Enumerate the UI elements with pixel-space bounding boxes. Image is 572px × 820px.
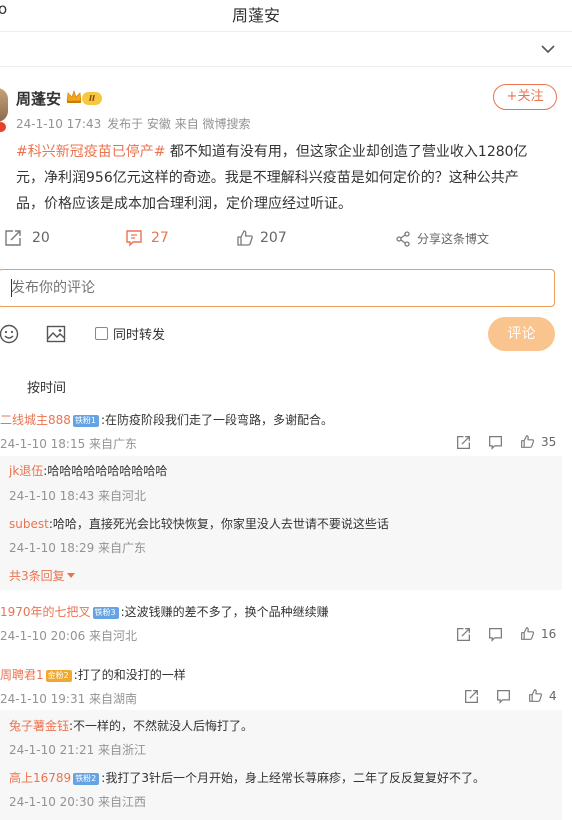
post-time[interactable]: 24-1-10 17:43 发布于 安徽 来自 微博搜索 bbox=[16, 115, 251, 132]
like-button[interactable]: 207 bbox=[236, 229, 287, 247]
more-replies-link[interactable]: 共3条回复 bbox=[9, 567, 75, 584]
thumbs-up-icon bbox=[520, 626, 535, 641]
comment-reply-icon[interactable] bbox=[488, 627, 503, 642]
comment-item: 周聘君1 金粉2:打了的和没打的一样 bbox=[0, 666, 186, 683]
comment-item: 1970年的七把叉 铁粉3:这波钱赚的差不多了，换个品种继续赚 bbox=[0, 603, 329, 620]
image-icon[interactable] bbox=[46, 324, 66, 344]
comment-share-icon[interactable] bbox=[456, 627, 471, 642]
comment-user[interactable]: 1970年的七把叉 bbox=[0, 605, 91, 619]
post-author[interactable]: 周蓬安 bbox=[16, 88, 61, 109]
reply-item: 兔子薯金钰:不一样的，不然就没人后悔打了。 bbox=[9, 717, 253, 734]
divider bbox=[0, 66, 572, 67]
input-caret bbox=[11, 279, 12, 297]
comment-share-icon[interactable] bbox=[456, 435, 471, 450]
reply-user[interactable]: subest bbox=[9, 517, 49, 531]
reply-meta: 24-1-10 20:30 来自江西 bbox=[9, 795, 147, 809]
reply-meta: 24-1-10 18:43 来自河北 bbox=[9, 489, 147, 503]
checkbox-box[interactable] bbox=[95, 327, 108, 340]
collapse-chevron-icon[interactable] bbox=[541, 44, 555, 54]
repost-label: 同时转发 bbox=[113, 328, 166, 343]
comment-like-button[interactable]: 4 bbox=[528, 688, 557, 703]
thumbs-up-icon bbox=[528, 688, 543, 703]
crown-icon bbox=[66, 90, 82, 104]
reply-user[interactable]: 兔子薯金钰 bbox=[9, 719, 69, 733]
caret-down-icon bbox=[66, 572, 75, 579]
comment-text: :打了的和没打的一样 bbox=[73, 668, 186, 682]
reply-item: 高上16789 铁粉2:我打了3针后一个月开始，身上经常长荨麻疹，二年了反反复复好… bbox=[9, 769, 485, 786]
post-source: 发布于 安徽 来自 微博搜索 bbox=[107, 117, 251, 131]
comment-reply-icon[interactable] bbox=[488, 435, 503, 450]
reply-text: :不一样的，不然就没人后悔打了。 bbox=[69, 719, 254, 733]
reply-text: :我打了3针后一个月开始，身上经常长荨麻疹，二年了反反复复好不了。 bbox=[101, 771, 485, 785]
comment-like-button[interactable]: 35 bbox=[520, 434, 556, 449]
emoji-icon[interactable] bbox=[0, 324, 19, 344]
share-button[interactable]: 分享这条博文 bbox=[395, 230, 489, 247]
comment-share-icon[interactable] bbox=[464, 689, 479, 704]
comment-count: 27 bbox=[151, 230, 169, 246]
comment-reply-icon[interactable] bbox=[496, 689, 511, 704]
comment-like-button[interactable]: 16 bbox=[520, 626, 556, 641]
comment-button[interactable]: 27 bbox=[125, 229, 169, 247]
comment-icon bbox=[125, 229, 143, 247]
comment-like-count: 16 bbox=[541, 626, 557, 641]
like-count: 207 bbox=[260, 230, 287, 246]
reply-item: jk退伍:哈哈哈哈哈哈哈哈哈哈 bbox=[9, 462, 167, 479]
repost-count: 20 bbox=[32, 230, 50, 246]
reply-user[interactable]: jk退伍 bbox=[9, 464, 43, 478]
comment-text: :这波钱赚的差不多了，换个品种继续赚 bbox=[120, 605, 329, 619]
fan-badge: 铁粉2 bbox=[73, 773, 100, 785]
thumbs-up-icon bbox=[520, 434, 535, 449]
follow-button[interactable]: +关注 bbox=[493, 84, 557, 110]
comment-user[interactable]: 周聘君1 bbox=[0, 668, 44, 682]
comment-meta: 24-1-10 18:15 来自广东 bbox=[0, 437, 138, 451]
repost-button[interactable]: 20 bbox=[4, 229, 50, 247]
fan-badge: 铁粉3 bbox=[92, 607, 119, 619]
hashtag-link[interactable]: #科兴新冠疫苗已停产# bbox=[16, 144, 165, 160]
comment-text: :在防疫阶段我们走了一段弯路，多谢配合。 bbox=[101, 413, 334, 427]
repost-icon bbox=[4, 229, 22, 247]
comment-user[interactable]: 二线城主888 bbox=[0, 413, 71, 427]
thumbs-up-icon bbox=[236, 229, 254, 247]
comment-like-count: 35 bbox=[541, 434, 557, 449]
sort-by-time[interactable]: 按时间 bbox=[27, 377, 66, 396]
fan-badge: 金粉2 bbox=[45, 670, 72, 682]
share-icon bbox=[395, 230, 411, 247]
avatar[interactable] bbox=[0, 88, 8, 122]
reply-meta: 24-1-10 21:21 来自浙江 bbox=[9, 743, 147, 757]
reply-text: :哈哈，直接死光会比较快恢复，你家里没人去世请不要说这些话 bbox=[48, 517, 389, 531]
comment-meta: 24-1-10 19:31 来自湖南 bbox=[0, 692, 138, 706]
comment-item: 二线城主888 铁粉1:在防疫阶段我们走了一段弯路，多谢配合。 bbox=[0, 411, 333, 428]
page-title: 周蓬安 bbox=[231, 6, 280, 25]
submit-comment-button[interactable]: 评论 bbox=[488, 317, 555, 351]
reply-text: :哈哈哈哈哈哈哈哈哈哈 bbox=[43, 464, 168, 478]
comment-meta: 24-1-10 20:06 来自河北 bbox=[0, 629, 138, 643]
share-label: 分享这条博文 bbox=[417, 232, 490, 246]
level-badge: II bbox=[82, 92, 102, 105]
reply-meta: 24-1-10 18:29 来自广东 bbox=[9, 541, 147, 555]
header-bar: o 周蓬安 bbox=[0, 0, 572, 32]
repost-checkbox[interactable]: 同时转发 bbox=[95, 324, 165, 343]
comment-input[interactable] bbox=[0, 269, 555, 307]
avatar-vip-badge bbox=[0, 122, 6, 132]
post-content: #科兴新冠疫苗已停产# 都不知道有没有用，但这家企业却创造了营业收入1280亿 … bbox=[16, 144, 528, 212]
reply-user[interactable]: 高上16789 bbox=[9, 771, 71, 785]
comment-like-count: 4 bbox=[549, 688, 557, 703]
fan-badge: 铁粉1 bbox=[72, 415, 99, 427]
reply-item: subest:哈哈，直接死光会比较快恢复，你家里没人去世请不要说这些话 bbox=[9, 515, 389, 532]
